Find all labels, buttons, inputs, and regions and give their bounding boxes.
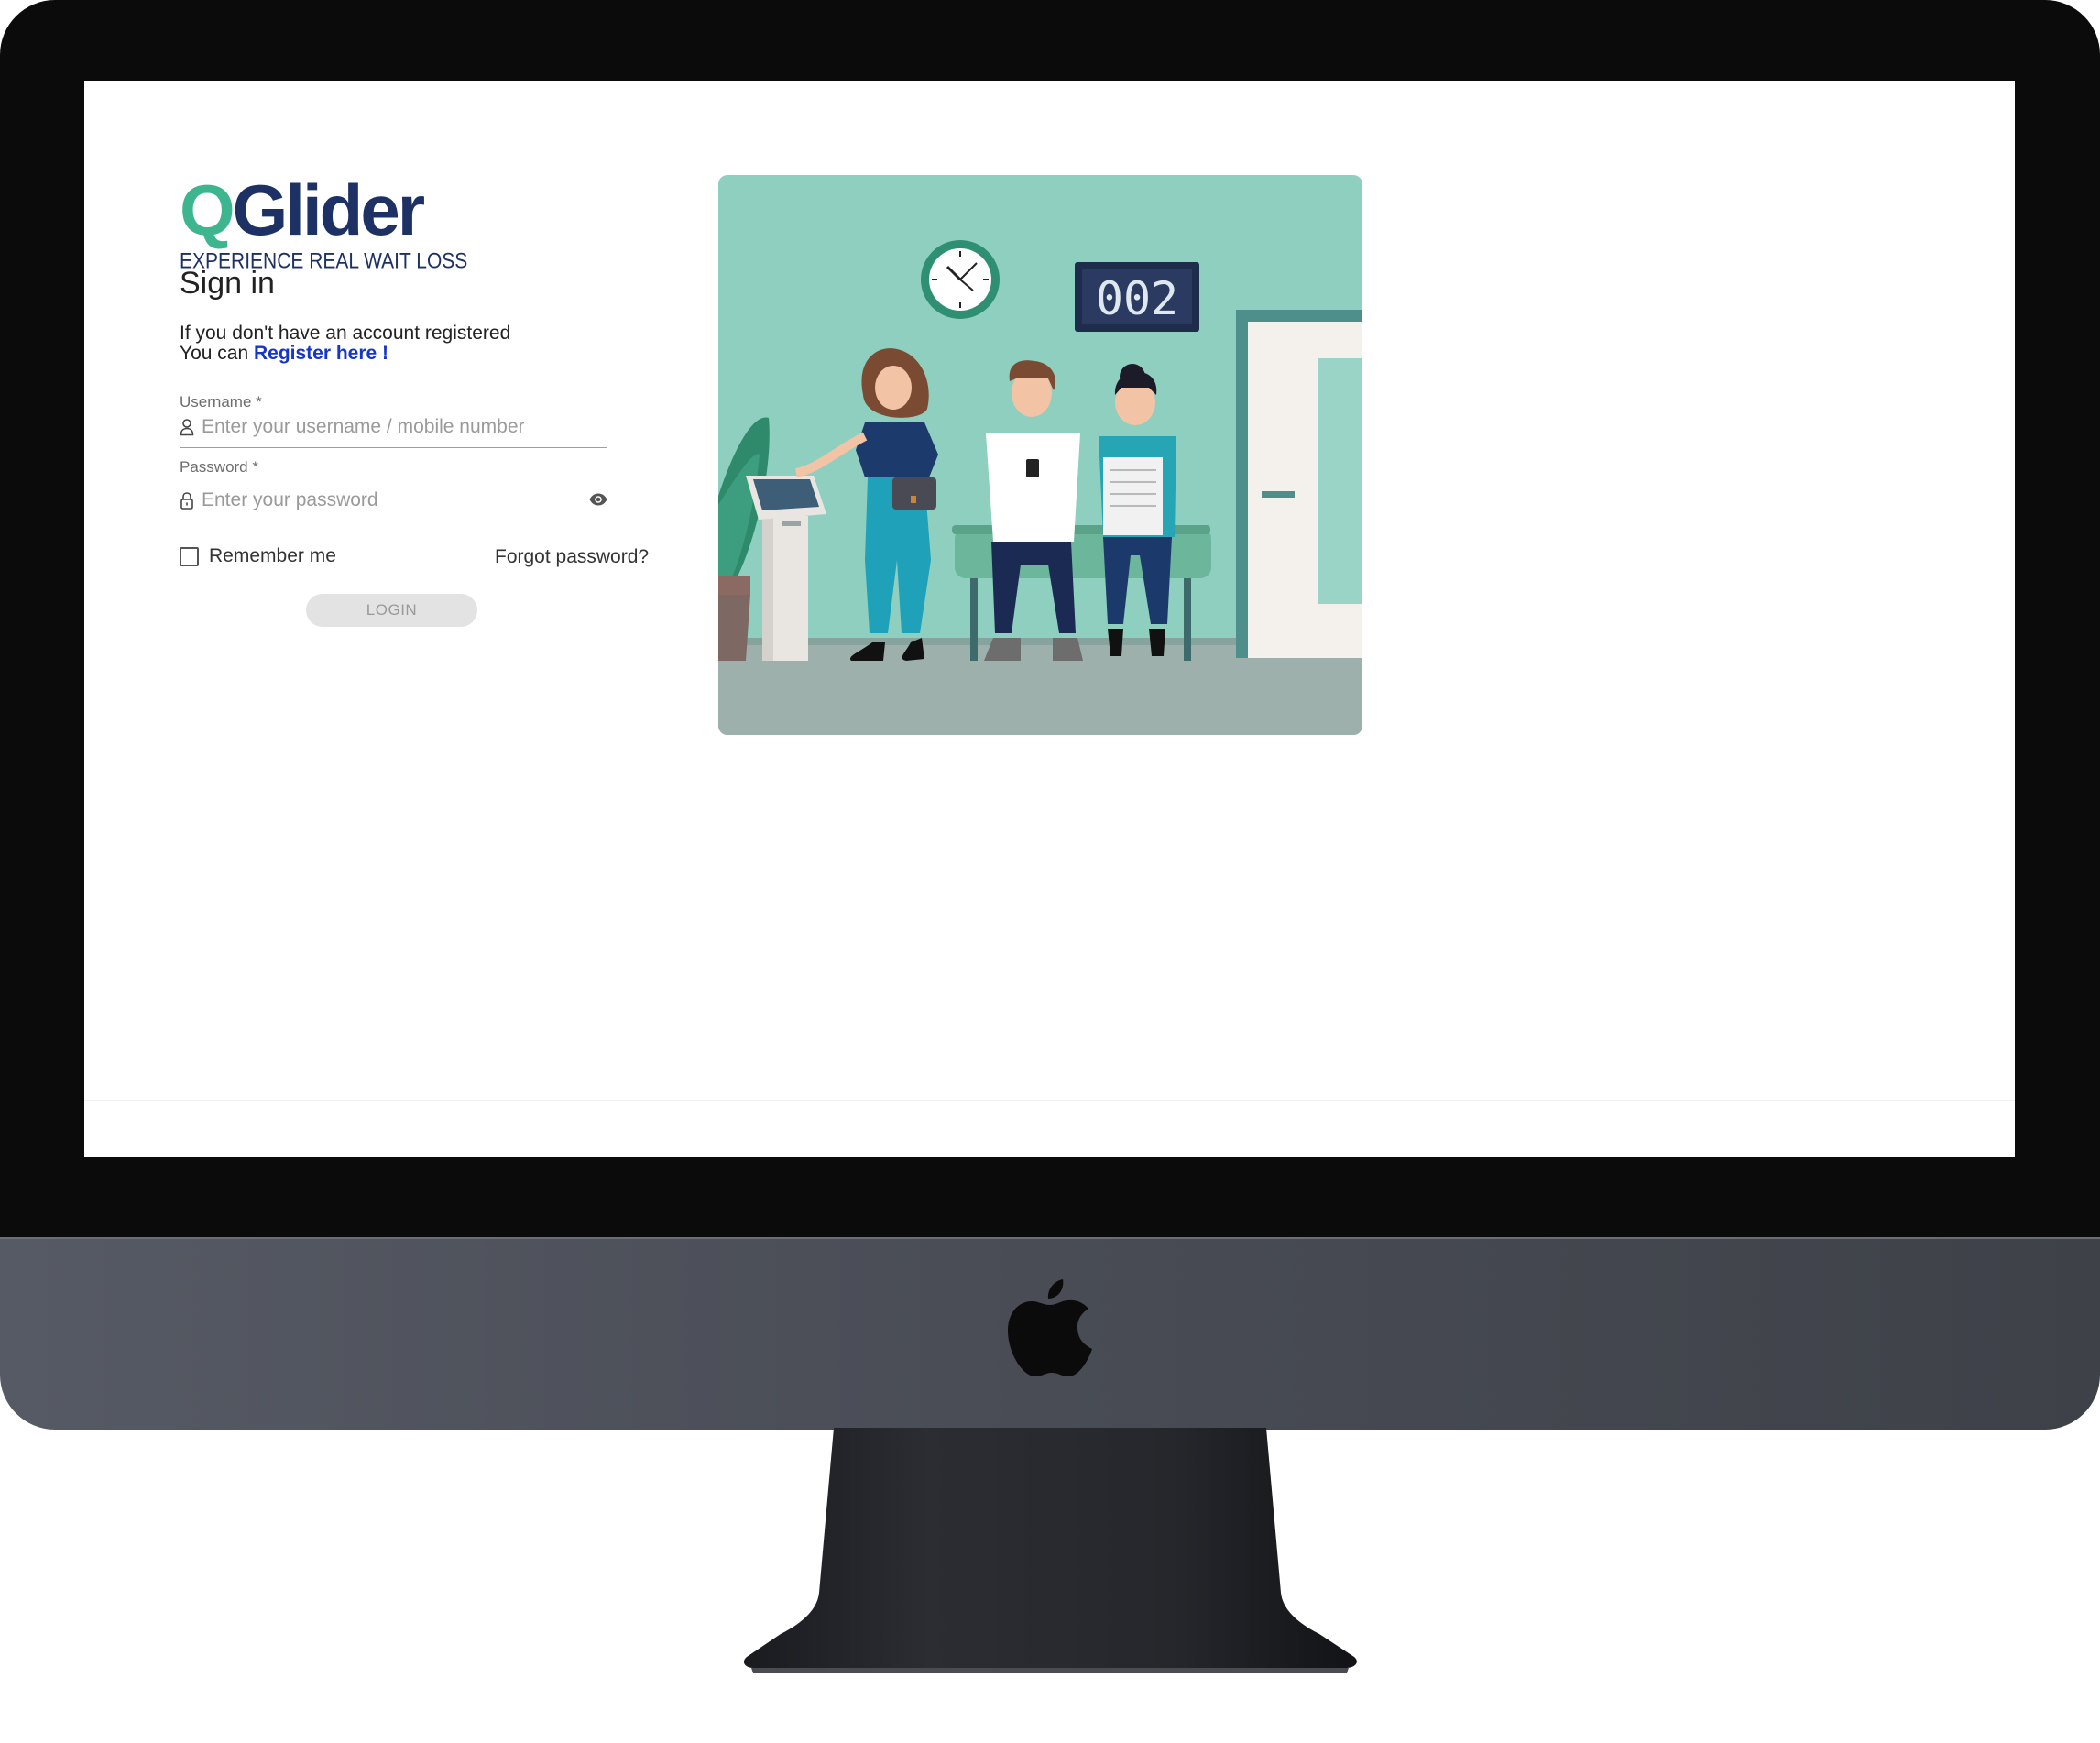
plant (718, 417, 770, 661)
screen-footer (84, 1100, 2015, 1157)
login-button[interactable]: LOGIN (306, 594, 477, 627)
username-field (180, 411, 607, 448)
remember-me-checkbox[interactable] (180, 546, 199, 566)
svg-text:002: 002 (1096, 272, 1178, 325)
chin-divider (0, 1237, 2100, 1239)
brand-wordmark: QGlider (180, 174, 467, 246)
register-link[interactable]: Register here ! (254, 343, 388, 364)
monitor-stand (743, 1428, 1357, 1673)
eye-icon[interactable] (589, 493, 607, 506)
kiosk (746, 476, 826, 661)
password-field (180, 484, 607, 521)
door (1236, 310, 1362, 658)
username-label: Username * (180, 393, 262, 411)
illustration-art: 002 (718, 240, 1362, 735)
sitting-man (984, 360, 1083, 661)
queue-counter-display: 002 (1075, 262, 1199, 332)
username-input[interactable] (200, 412, 588, 442)
lock-icon (180, 492, 193, 510)
sitting-woman (1099, 364, 1176, 656)
waiting-room-illustration: 002 (718, 175, 1362, 735)
apple-logo-icon (1008, 1279, 1092, 1376)
register-intro: If you don't have an account registered (180, 323, 511, 344)
wall-clock-icon (921, 240, 1000, 319)
password-label: Password * (180, 458, 258, 476)
remember-me-toggle[interactable]: Remember me (180, 545, 336, 566)
register-prompt: You can Register here ! (180, 343, 388, 365)
user-icon (180, 419, 194, 436)
brand-glider: Glider (232, 170, 425, 250)
page-title: Sign in (180, 266, 275, 301)
register-prefix: You can (180, 343, 254, 364)
password-input[interactable] (200, 486, 588, 515)
remember-me-label: Remember me (209, 545, 336, 566)
forgot-password-link[interactable]: Forgot password? (495, 546, 649, 568)
brand-logo: QGlider EXPERIENCE REAL WAIT LOSS (180, 174, 467, 273)
brand-q: Q (180, 170, 235, 250)
